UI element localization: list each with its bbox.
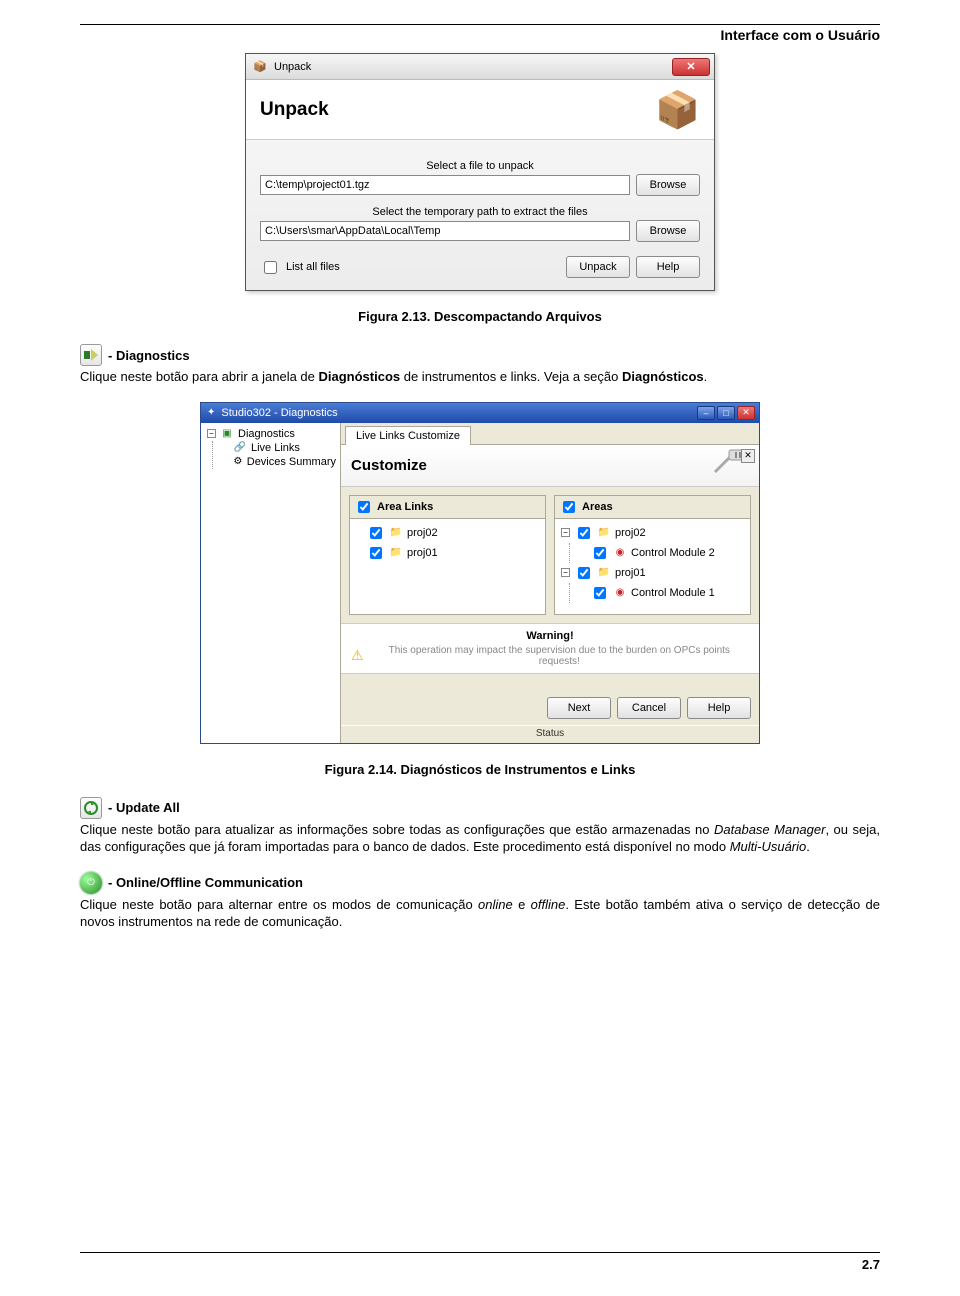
area-links-checkbox[interactable] [358, 501, 370, 513]
module-icon: ◉ [613, 587, 627, 599]
list-all-label: List all files [286, 261, 340, 273]
live-links-icon: 🔗 [233, 442, 247, 454]
close-button[interactable]: ✕ [737, 406, 755, 420]
module-icon: ◉ [613, 547, 627, 559]
areas-checkbox[interactable] [563, 501, 575, 513]
figure-caption-214: Figura 2.14. Diagnósticos de Instrumento… [80, 762, 880, 777]
diagnostics-node-icon: ▣ [220, 428, 234, 440]
list-all-checkbox[interactable]: List all files [260, 258, 340, 277]
tree-collapse-icon[interactable]: − [207, 429, 216, 438]
path-input[interactable] [260, 221, 630, 241]
open-box-icon: 📦 [655, 92, 700, 128]
box-icon: 📦 [252, 59, 268, 75]
control-module-2[interactable]: Control Module 2 [631, 547, 715, 559]
panel-close-icon[interactable]: ✕ [741, 449, 755, 463]
unpack-dialog: 📦 Unpack ✕ Unpack 📦 Select a file to unp… [245, 53, 715, 291]
folder-icon: 📁 [597, 567, 611, 579]
update-all-tool-name: - Update All [108, 800, 180, 815]
cm1-checkbox[interactable] [594, 587, 606, 599]
proj02-link[interactable]: proj02 [407, 527, 438, 539]
devices-summary-icon: ⚙ [233, 456, 243, 468]
proj02-link-checkbox[interactable] [370, 527, 382, 539]
proj01-link-checkbox[interactable] [370, 547, 382, 559]
studio-window: ✦ Studio302 - Diagnostics – □ ✕ − ▣ Diag… [200, 402, 760, 744]
close-button[interactable]: ✕ [672, 58, 710, 76]
online-offline-tool-name: - Online/Offline Communication [108, 875, 303, 890]
maximize-button[interactable]: □ [717, 406, 735, 420]
diagnostics-paragraph: Clique neste botão para abrir a janela d… [80, 368, 880, 386]
status-bar: Status [341, 725, 759, 743]
cm2-checkbox[interactable] [594, 547, 606, 559]
folder-icon: 📁 [389, 547, 403, 559]
tree-devices-summary[interactable]: Devices Summary [247, 456, 336, 468]
diagnostics-icon [80, 344, 102, 366]
diagnostics-tool-name: - Diagnostics [108, 348, 190, 363]
browse-path-button[interactable]: Browse [636, 220, 700, 242]
areas-label: Areas [582, 501, 613, 513]
unpack-button[interactable]: Unpack [566, 256, 630, 278]
tree-live-links[interactable]: Live Links [251, 442, 300, 454]
warning-title: Warning! [351, 630, 749, 642]
warning-icon: ⚠ [351, 647, 364, 664]
area-links-label: Area Links [377, 501, 433, 513]
folder-icon: 📁 [597, 527, 611, 539]
page-header: Interface com o Usuário [80, 27, 880, 43]
proj02-area-checkbox[interactable] [578, 527, 590, 539]
path-label: Select the temporary path to extract the… [260, 206, 700, 218]
help-button[interactable]: Help [687, 697, 751, 719]
tab-live-links-customize[interactable]: Live Links Customize [345, 426, 471, 445]
tree-collapse-icon[interactable]: − [561, 528, 570, 537]
area-links-panel: Area Links 📁 proj02 📁 [349, 495, 546, 615]
studio-sidebar: − ▣ Diagnostics 🔗 Live Links ⚙ Devic [201, 423, 341, 743]
next-button[interactable]: Next [547, 697, 611, 719]
banner-title: Unpack [260, 99, 329, 121]
proj01-area-checkbox[interactable] [578, 567, 590, 579]
file-label: Select a file to unpack [260, 160, 700, 172]
control-module-1[interactable]: Control Module 1 [631, 587, 715, 599]
page-number: 2.7 [80, 1257, 880, 1272]
minimize-button[interactable]: – [697, 406, 715, 420]
studio-app-icon: ✦ [207, 407, 215, 418]
help-button[interactable]: Help [636, 256, 700, 278]
studio-title: Studio302 - Diagnostics [221, 407, 337, 419]
folder-icon: 📁 [389, 527, 403, 539]
tree-collapse-icon[interactable]: − [561, 568, 570, 577]
online-offline-paragraph: Clique neste botão para alternar entre o… [80, 896, 880, 931]
customize-title: Customize [351, 457, 427, 474]
online-offline-icon: ⏻ [80, 872, 102, 894]
proj01-area[interactable]: proj01 [615, 567, 646, 579]
dialog-title: Unpack [274, 61, 311, 73]
cancel-button[interactable]: Cancel [617, 697, 681, 719]
proj02-area[interactable]: proj02 [615, 527, 646, 539]
update-all-icon [80, 797, 102, 819]
file-input[interactable] [260, 175, 630, 195]
tree-diagnostics[interactable]: Diagnostics [238, 428, 295, 440]
areas-panel: Areas − 📁 proj02 [554, 495, 751, 615]
figure-caption-213: Figura 2.13. Descompactando Arquivos [80, 309, 880, 324]
update-all-paragraph: Clique neste botão para atualizar as inf… [80, 821, 880, 856]
proj01-link[interactable]: proj01 [407, 547, 438, 559]
browse-file-button[interactable]: Browse [636, 174, 700, 196]
warning-text: This operation may impact the supervisio… [370, 645, 749, 667]
